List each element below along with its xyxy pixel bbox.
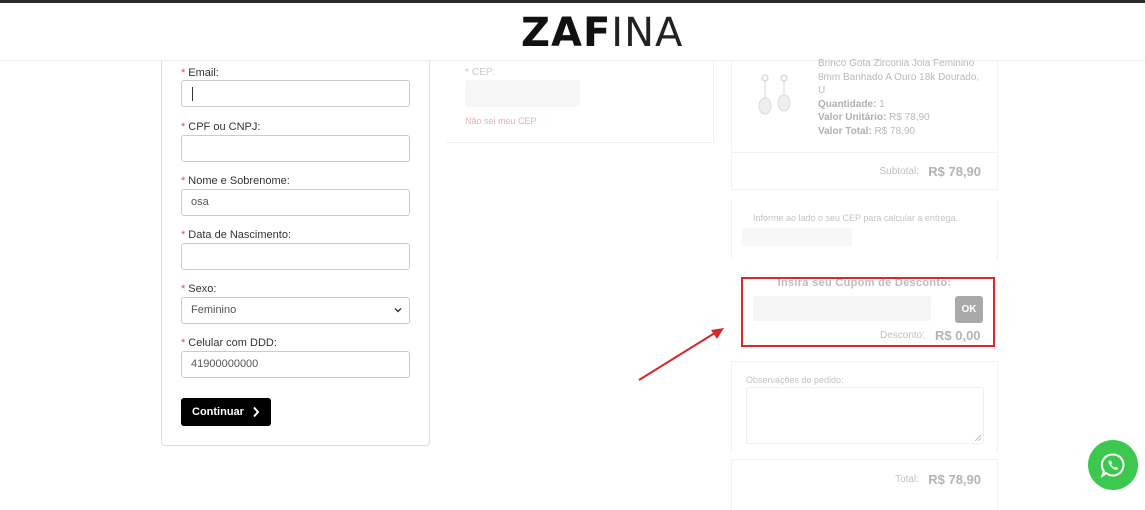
whatsapp-icon [1100, 453, 1125, 478]
zafina-logo[interactable]: ZAFINA [521, 12, 683, 54]
whatsapp-button[interactable] [1088, 440, 1138, 490]
personal-data-form: * Email: * CPF ou CNPJ: * Nome e Sobrenome:… [161, 61, 430, 446]
email-label: * Email: [181, 67, 219, 79]
sex-label: * Sexo: [181, 283, 217, 295]
cep-label: * CEP: [465, 67, 496, 78]
name-label: * Nome e Sobrenome: [181, 175, 290, 187]
sex-select[interactable]: Feminino [181, 297, 410, 324]
shipping-estimate: Informe ao lado o seu CEP para calcular … [731, 200, 998, 260]
product-name: Brinco Gota Zirconia Joia Feminino 8mm B… [818, 58, 980, 97]
order-notes-textarea[interactable] [746, 387, 984, 444]
total-value: R$ 78,90 [928, 472, 981, 487]
birth-date-label: * Data de Nascimento: [181, 229, 291, 241]
phone-field[interactable]: 41900000000 [181, 351, 410, 378]
cpf-field[interactable] [181, 135, 410, 162]
chevron-down-icon [394, 308, 402, 313]
not-my-cep-link[interactable]: Não sei meu CEP [465, 116, 537, 126]
continue-button-label: Continuar [192, 406, 244, 418]
shipping-info-text: Informe ao lado o seu CEP para calcular … [753, 213, 958, 223]
shipping-placeholder [742, 228, 852, 246]
annotation-arrow [638, 328, 724, 381]
total-label: Total: [895, 474, 919, 485]
quantity-row: Quantidade: 1 [818, 98, 885, 110]
item-total-row: Valor Total: R$ 78,90 [818, 125, 916, 137]
sex-select-value: Feminino [191, 304, 237, 316]
birth-date-field[interactable] [181, 243, 410, 270]
resize-handle-icon[interactable] [975, 435, 981, 441]
subtotal-row: Subtotal: R$ 78,90 [731, 152, 998, 190]
total-row: Total: R$ 78,90 [731, 459, 998, 510]
cpf-label: * CPF ou CNPJ: [181, 121, 261, 133]
unit-price-row: Valor Unitário: R$ 78,90 [818, 112, 930, 124]
order-notes: Observações do pedido: [731, 361, 998, 453]
cart-item: Brinco Gota Zirconia Joia Feminino 8mm B… [731, 58, 998, 151]
continue-button[interactable]: Continuar [181, 398, 271, 426]
order-notes-label: Observações do pedido: [746, 375, 844, 385]
email-field[interactable] [181, 80, 410, 107]
site-header: ZAFINA [0, 3, 1145, 61]
earring-product-image [758, 74, 791, 115]
phone-label: * Celular com DDD: [181, 337, 277, 349]
cep-field[interactable] [465, 80, 580, 107]
text-caret [192, 87, 193, 101]
name-field[interactable]: osa [181, 189, 410, 216]
subtotal-label: Subtotal: [879, 166, 919, 177]
product-info: Brinco Gota Zirconia Joia Feminino 8mm B… [818, 57, 988, 139]
chevron-right-icon [253, 406, 260, 418]
shipping-form: * CEP: Não sei meu CEP [446, 61, 714, 143]
coupon-highlight-box [741, 277, 995, 347]
subtotal-value: R$ 78,90 [928, 164, 981, 179]
